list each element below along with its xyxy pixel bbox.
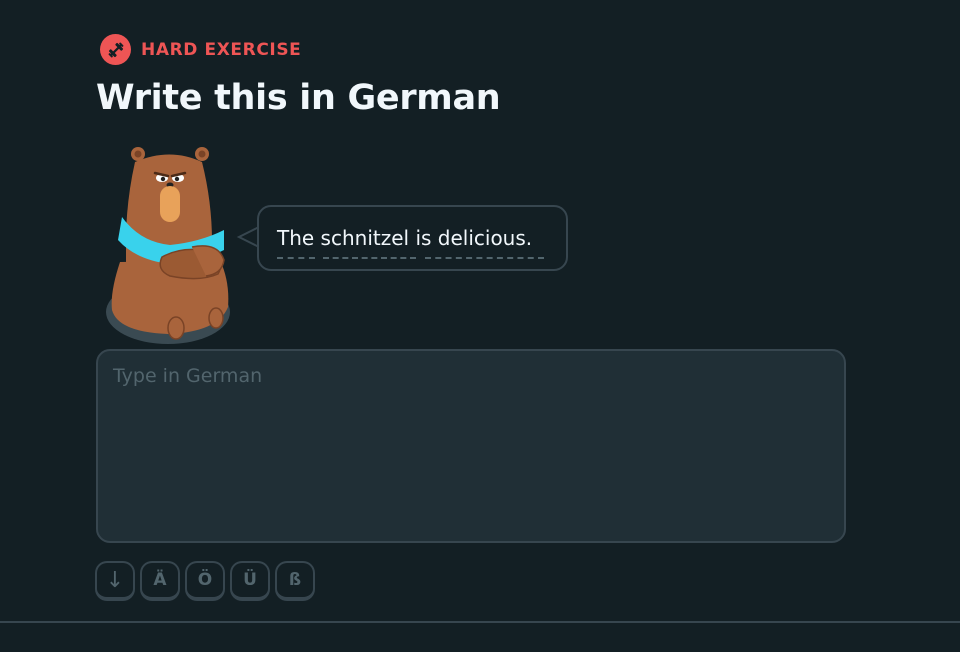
- difficulty-badge: HARD EXERCISE: [100, 34, 301, 65]
- word-hint-underline: [425, 257, 544, 259]
- page-title: Write this in German: [96, 78, 501, 118]
- word-hint-underline: [323, 257, 416, 259]
- answer-input[interactable]: [96, 349, 846, 543]
- key-u-umlaut[interactable]: Ü: [230, 561, 270, 601]
- word-hint-underline: [277, 257, 315, 259]
- bear-character-illustration: [100, 142, 240, 347]
- key-o-umlaut[interactable]: Ö: [185, 561, 225, 601]
- dumbbell-icon: [100, 34, 131, 65]
- difficulty-label: HARD EXERCISE: [141, 39, 302, 60]
- speech-bubble: The schnitzel is delicious.: [257, 205, 568, 271]
- key-a-umlaut[interactable]: Ä: [140, 561, 180, 601]
- key-eszett[interactable]: ß: [275, 561, 315, 601]
- arrow-down-icon[interactable]: ↓: [95, 561, 135, 601]
- prompt-sentence[interactable]: The schnitzel is delicious.: [277, 226, 532, 250]
- special-characters-bar: ↓ Ä Ö Ü ß: [95, 561, 315, 601]
- exercise-page: HARD EXERCISE Write this in German The s…: [0, 0, 960, 652]
- footer-divider: [0, 621, 960, 623]
